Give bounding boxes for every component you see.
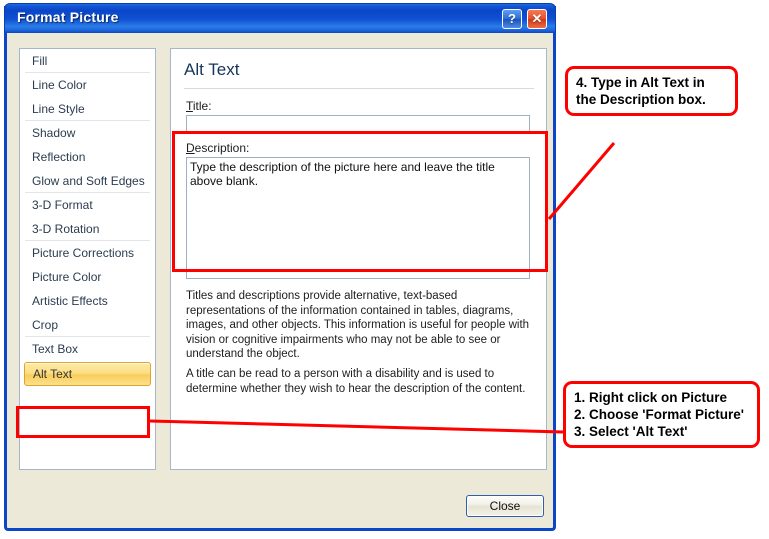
title-bar: Format Picture ? ✕ — [4, 3, 556, 33]
help-paragraph-1: Titles and descriptions provide alternat… — [186, 290, 530, 360]
sidebar-item-label: 3-D Rotation — [32, 222, 100, 236]
sidebar-item-shadow[interactable]: Shadow — [20, 121, 155, 145]
sidebar-item-label: Artistic Effects — [32, 294, 108, 308]
sidebar-item-picture-corrections[interactable]: Picture Corrections — [20, 241, 155, 265]
sidebar-item-label: Reflection — [32, 150, 86, 164]
sidebar-item-label: Glow and Soft Edges — [32, 174, 145, 188]
help-paragraph-2: A title can be read to a person with a d… — [186, 368, 526, 395]
sidebar-item-artistic-effects[interactable]: Artistic Effects — [20, 289, 155, 313]
sidebar-item-text-box[interactable]: Text Box — [20, 337, 155, 361]
title-field-label: Title: — [186, 99, 212, 113]
sidebar-item-picture-color[interactable]: Picture Color — [20, 265, 155, 289]
help-icon: ? — [508, 11, 516, 26]
sidebar-item-label: Crop — [32, 318, 59, 332]
callout-steps-1-3: 1. Right click on Picture 2. Choose 'For… — [563, 381, 760, 448]
sidebar-item-label: Shadow — [32, 126, 76, 140]
close-window-button[interactable]: ✕ — [527, 9, 547, 29]
description-input[interactable] — [186, 157, 530, 279]
sidebar-item-fill[interactable]: Fill — [20, 49, 155, 73]
sidebar-item-line-color[interactable]: Line Color — [20, 73, 155, 97]
sidebar-item-label: Text Box — [32, 342, 79, 356]
alt-text-panel: Alt Text Title: Description: Titles and … — [170, 48, 547, 470]
sidebar-item-3-d-format[interactable]: 3-D Format — [20, 193, 155, 217]
format-picture-dialog: Format Picture ? ✕ Fill Line Color Line St… — [4, 3, 556, 531]
sidebar-item-crop[interactable]: Crop — [20, 313, 155, 337]
sidebar-item-3-d-rotation[interactable]: 3-D Rotation — [20, 217, 155, 241]
category-list[interactable]: Fill Line Color Line Style Shadow Reflection… — [19, 48, 156, 470]
help-button[interactable]: ? — [502, 9, 522, 29]
sidebar-item-glow-and-soft-edges[interactable]: Glow and Soft Edges — [20, 169, 155, 193]
window-title: Format Picture — [17, 9, 119, 25]
page-title: Alt Text — [184, 60, 240, 79]
sidebar-item-label: 3-D Format — [32, 198, 93, 212]
sidebar-item-label: Line Color — [32, 78, 87, 92]
sidebar-item-label: Line Style — [32, 102, 85, 116]
sidebar-item-alt-text[interactable]: Alt Text — [24, 362, 151, 386]
title-input[interactable] — [186, 115, 530, 133]
sidebar-item-label: Alt Text — [33, 367, 73, 381]
close-button[interactable]: Close — [466, 495, 544, 517]
description-field-label: Description: — [186, 141, 250, 155]
sidebar-item-label: Picture Color — [32, 270, 102, 284]
sidebar-item-label: Picture Corrections — [32, 246, 135, 260]
sidebar-item-label: Fill — [32, 54, 48, 68]
title-divider — [184, 88, 534, 89]
sidebar-item-line-style[interactable]: Line Style — [20, 97, 155, 121]
sidebar-item-reflection[interactable]: Reflection — [20, 145, 155, 169]
callout-step-4: 4. Type in Alt Text in the Description b… — [565, 66, 738, 116]
close-icon: ✕ — [531, 11, 543, 26]
